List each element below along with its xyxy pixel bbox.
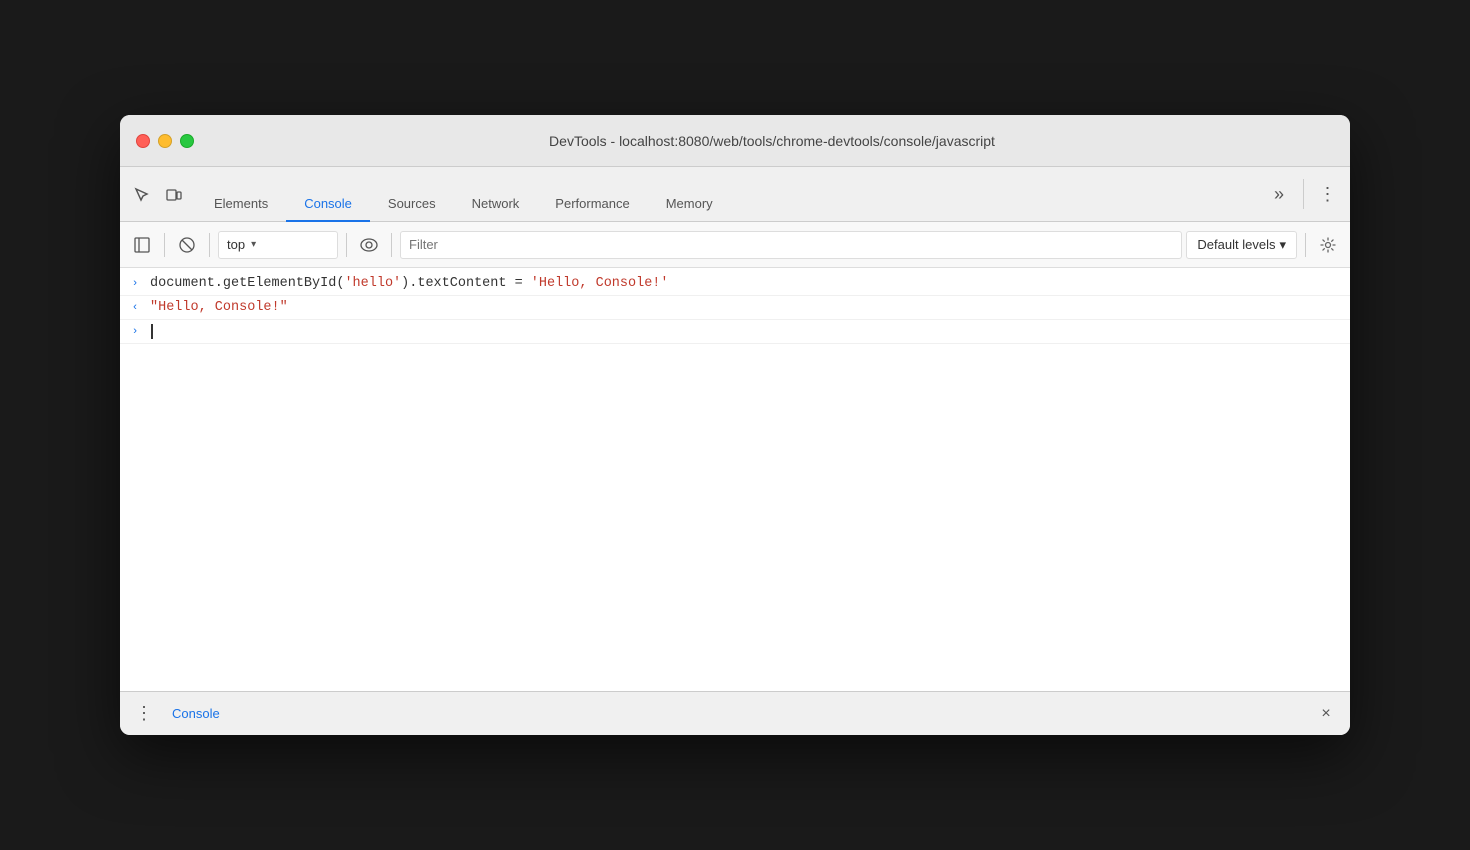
code-segment-2: 'hello' xyxy=(344,276,401,291)
sidebar-toggle-button[interactable] xyxy=(128,231,156,259)
bottom-close-button[interactable]: × xyxy=(1314,702,1338,726)
more-tabs-button[interactable]: » xyxy=(1265,180,1293,208)
console-input-line: › document.getElementById('hello').textC… xyxy=(120,272,1350,296)
tab-bar-right: » ⋮ xyxy=(1265,179,1342,221)
tab-bar-left-icons xyxy=(128,181,188,221)
tab-elements[interactable]: Elements xyxy=(196,186,286,221)
tabs: Elements Console Sources Network Perform… xyxy=(196,186,1265,221)
close-button[interactable] xyxy=(136,134,150,148)
current-input-chevron[interactable]: › xyxy=(120,324,150,338)
console-return-value: "Hello, Console!" xyxy=(150,300,1342,315)
devtools-menu-button[interactable]: ⋮ xyxy=(1314,180,1342,208)
text-cursor xyxy=(151,324,153,339)
bottom-tab-label: Console xyxy=(172,706,220,721)
console-output-line: ‹ "Hello, Console!" xyxy=(120,296,1350,320)
filter-input[interactable] xyxy=(400,231,1182,259)
tab-console[interactable]: Console xyxy=(286,186,370,221)
console-current-input[interactable]: › xyxy=(120,320,1350,344)
inspect-element-button[interactable] xyxy=(128,181,156,209)
output-chevron: ‹ xyxy=(120,300,150,314)
code-segment-3: ).textContent = xyxy=(401,276,531,291)
toolbar-separator-3 xyxy=(346,233,347,257)
tab-bar: Elements Console Sources Network Perform… xyxy=(120,167,1350,222)
toolbar-separator-1 xyxy=(164,233,165,257)
traffic-lights xyxy=(136,134,194,148)
bottom-bar: ⋮ Console × xyxy=(120,691,1350,735)
input-chevron[interactable]: › xyxy=(120,276,150,290)
levels-arrow: ▾ xyxy=(1279,237,1286,253)
devtools-window: DevTools - localhost:8080/web/tools/chro… xyxy=(120,115,1350,735)
toolbar-separator-5 xyxy=(1305,233,1306,257)
context-selector[interactable]: top ▾ xyxy=(218,231,338,259)
window-title: DevTools - localhost:8080/web/tools/chro… xyxy=(210,133,1334,149)
context-dropdown-arrow: ▾ xyxy=(251,239,256,250)
tab-performance[interactable]: Performance xyxy=(537,186,647,221)
maximize-button[interactable] xyxy=(180,134,194,148)
console-current-text[interactable] xyxy=(150,324,1342,339)
code-segment-4: 'Hello, Console!' xyxy=(531,276,669,291)
console-output[interactable]: › document.getElementById('hello').textC… xyxy=(120,268,1350,691)
console-toolbar: top ▾ Default levels ▾ xyxy=(120,222,1350,268)
context-label: top xyxy=(227,237,245,252)
separator xyxy=(1303,179,1304,209)
minimize-button[interactable] xyxy=(158,134,172,148)
bottom-console-tab[interactable]: Console xyxy=(156,698,236,729)
live-expression-button[interactable] xyxy=(355,231,383,259)
log-levels-button[interactable]: Default levels ▾ xyxy=(1186,231,1297,259)
console-input-text: document.getElementById('hello').textCon… xyxy=(150,276,1342,291)
title-bar: DevTools - localhost:8080/web/tools/chro… xyxy=(120,115,1350,167)
clear-console-button[interactable] xyxy=(173,231,201,259)
bottom-menu-button[interactable]: ⋮ xyxy=(132,702,156,726)
levels-label: Default levels xyxy=(1197,237,1275,252)
toolbar-separator-4 xyxy=(391,233,392,257)
code-segment-1: document.getElementById( xyxy=(150,276,344,291)
tab-memory[interactable]: Memory xyxy=(648,186,731,221)
console-settings-button[interactable] xyxy=(1314,231,1342,259)
toolbar-separator-2 xyxy=(209,233,210,257)
device-toolbar-button[interactable] xyxy=(160,181,188,209)
tab-network[interactable]: Network xyxy=(454,186,538,221)
tab-sources[interactable]: Sources xyxy=(370,186,454,221)
